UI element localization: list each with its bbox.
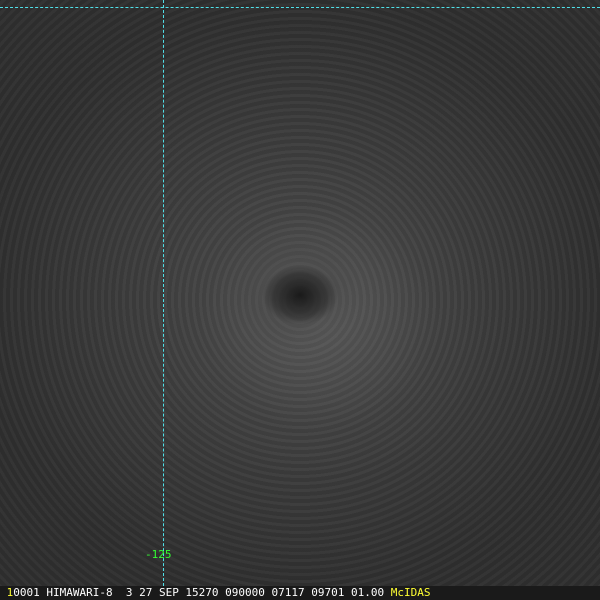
longitude-grid-line <box>163 0 164 586</box>
mcidas-brand: McIDAS <box>390 586 431 599</box>
longitude-label: -125 <box>145 548 172 561</box>
latitude-grid-line <box>0 7 600 8</box>
status-bar: 10001 HIMAWARI-8 3 27 SEP 15270 090000 0… <box>0 586 600 600</box>
image-info: 0001 HIMAWARI-8 3 27 SEP 15270 090000 07… <box>13 586 385 599</box>
satellite-image: -125 10001 HIMAWARI-8 3 27 SEP 15270 090… <box>0 0 600 600</box>
